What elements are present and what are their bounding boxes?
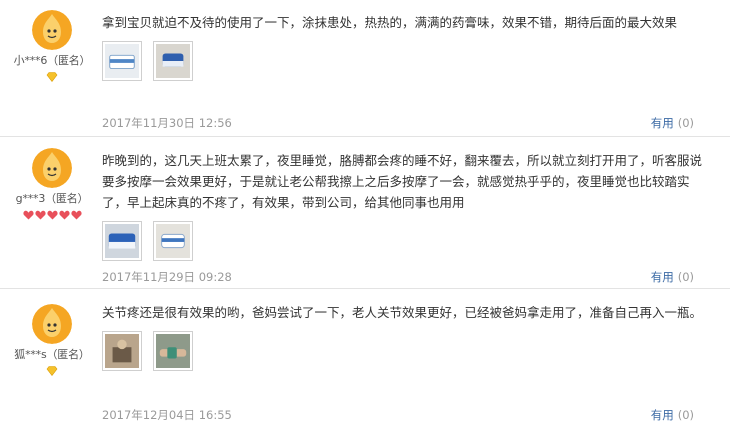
useful-button[interactable]: 有用 (651, 270, 674, 284)
review-list: 小***6（匿名） 拿到宝贝就迫不及待的使用了一下，涂抹患处，热热的，满满的药膏… (0, 0, 730, 437)
useful-count: (0) (677, 116, 694, 130)
useful-vote[interactable]: 有用 (0) (651, 407, 694, 423)
review-item: 小***6（匿名） 拿到宝贝就迫不及待的使用了一下，涂抹患处，热热的，满满的药膏… (0, 0, 730, 137)
review-content: 昨晚到的，这几天上班太累了，夜里睡觉，胳膊都会疼的睡不好，翻来覆去，所以就立刻打… (102, 150, 702, 261)
review-item: g***3（匿名） 昨晚到的，这几天上班太累了，夜里睡觉，胳膊都会疼的睡不好，翻… (0, 138, 730, 289)
avatar-icon (32, 304, 72, 344)
level-badge-icon (46, 366, 58, 376)
review-photo-thumbnail[interactable] (102, 41, 142, 81)
useful-button[interactable]: 有用 (651, 116, 674, 130)
review-text: 拿到宝贝就迫不及待的使用了一下，涂抹患处，热热的，满满的药膏味，效果不错，期待后… (102, 15, 678, 30)
review-item: 狐***s（匿名） 关节疼还是很有效果的哟，爸妈尝试了一下，老人关节效果更好，已… (0, 290, 730, 437)
review-photo-thumbnail[interactable] (102, 221, 142, 261)
heart-icon (70, 210, 82, 220)
useful-count: (0) (677, 408, 694, 422)
level-hearts (0, 210, 104, 222)
heart-icon (34, 210, 46, 220)
review-photo-thumbnail[interactable] (153, 221, 193, 261)
avatar-icon (32, 148, 72, 188)
review-photo-thumbnail[interactable] (153, 41, 193, 81)
level-badge-icon (46, 72, 58, 82)
review-date: 2017年11月30日 12:56 (102, 116, 232, 130)
useful-vote[interactable]: 有用 (0) (651, 269, 694, 285)
reviewer-info: 狐***s（匿名） (0, 304, 104, 376)
review-date: 2017年11月29日 09:28 (102, 270, 232, 284)
review-content: 关节疼还是很有效果的哟，爸妈尝试了一下，老人关节效果更好，已经被爸妈拿走用了，准… (102, 302, 702, 371)
review-photos (102, 221, 702, 261)
reviewer-info: g***3（匿名） (0, 148, 104, 222)
review-content: 拿到宝贝就迫不及待的使用了一下，涂抹患处，热热的，满满的药膏味，效果不错，期待后… (102, 12, 702, 81)
review-photo-thumbnail[interactable] (102, 331, 142, 371)
reviewer-info: 小***6（匿名） (0, 10, 104, 82)
review-photos (102, 41, 702, 81)
reviewer-name: 小***6（匿名） (13, 54, 91, 67)
review-text: 昨晚到的，这几天上班太累了，夜里睡觉，胳膊都会疼的睡不好，翻来覆去，所以就立刻打… (102, 153, 703, 210)
review-text: 关节疼还是很有效果的哟，爸妈尝试了一下，老人关节效果更好，已经被爸妈拿走用了，准… (102, 305, 703, 320)
review-photo-thumbnail[interactable] (153, 331, 193, 371)
heart-icon (58, 210, 70, 220)
reviewer-name: g***3（匿名） (15, 192, 89, 205)
heart-icon (46, 210, 58, 220)
reviewer-name: 狐***s（匿名） (14, 348, 90, 361)
useful-count: (0) (677, 270, 694, 284)
review-date: 2017年12月04日 16:55 (102, 408, 232, 422)
avatar-icon (32, 10, 72, 50)
review-photos (102, 331, 702, 371)
heart-icon (22, 210, 34, 220)
useful-button[interactable]: 有用 (651, 408, 674, 422)
useful-vote[interactable]: 有用 (0) (651, 115, 694, 131)
